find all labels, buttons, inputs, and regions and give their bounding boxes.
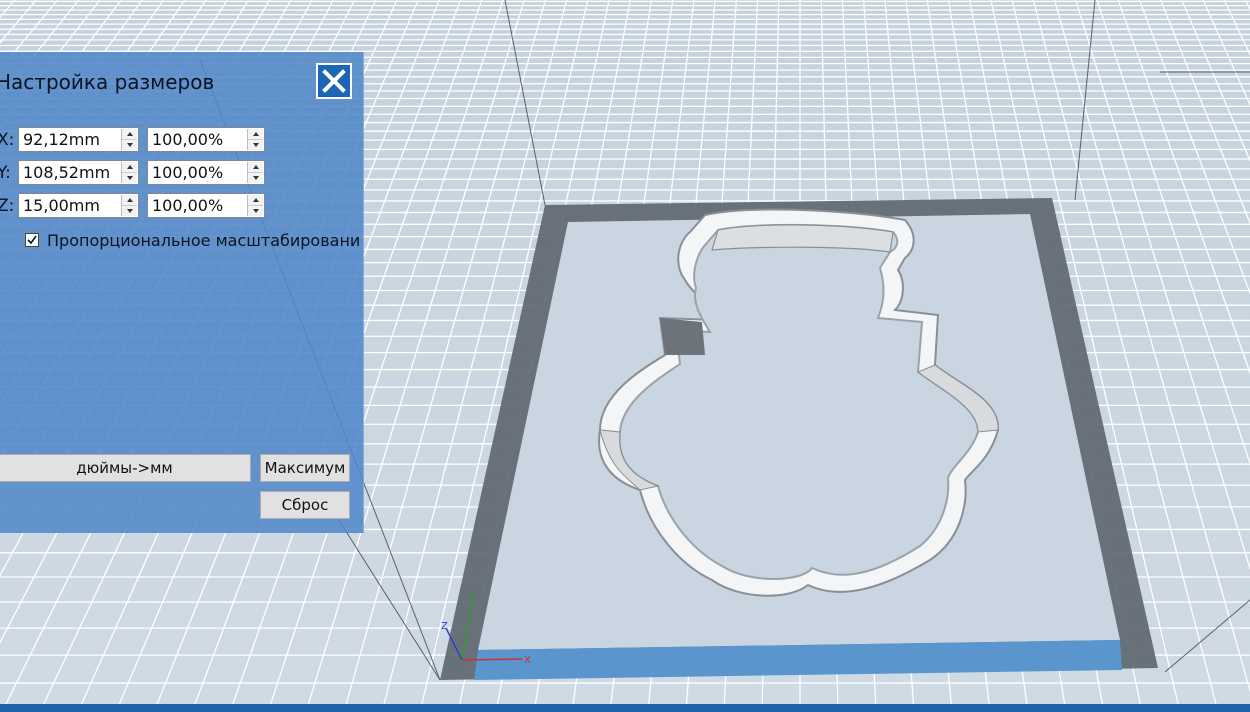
percent-y-input[interactable] xyxy=(150,162,248,183)
size-z-input[interactable] xyxy=(21,195,121,216)
inches-to-mm-button[interactable]: дюймы->мм xyxy=(0,454,251,482)
checkmark-icon xyxy=(27,235,37,245)
axis-label-z: Z: xyxy=(0,196,15,216)
axis-label-x: X: xyxy=(0,130,15,150)
axis-y-label: Y xyxy=(469,594,477,605)
percent-y-spinbox[interactable] xyxy=(147,160,265,185)
size-x-input[interactable] xyxy=(21,129,121,150)
increment-arrow-icon[interactable] xyxy=(248,195,263,205)
reset-button[interactable]: Сброс xyxy=(260,491,350,519)
decrement-arrow-icon[interactable] xyxy=(122,139,137,150)
proportional-scaling-label: Пропорциональное масштабировани xyxy=(47,231,361,250)
axis-z-label: Z xyxy=(441,621,448,632)
increment-arrow-icon[interactable] xyxy=(122,129,137,139)
axis-x-label: X xyxy=(524,655,531,666)
size-x-stepper[interactable] xyxy=(121,129,137,150)
size-x-spinbox[interactable] xyxy=(18,127,139,152)
maximum-button[interactable]: Максимум xyxy=(260,454,350,482)
increment-arrow-icon[interactable] xyxy=(122,195,137,205)
increment-arrow-icon[interactable] xyxy=(248,129,263,139)
close-button[interactable] xyxy=(316,63,352,99)
size-y-stepper[interactable] xyxy=(121,162,137,183)
decrement-arrow-icon[interactable] xyxy=(248,172,263,183)
proportional-scaling-checkbox[interactable] xyxy=(25,233,39,247)
percent-x-spinbox[interactable] xyxy=(147,127,265,152)
size-z-spinbox[interactable] xyxy=(18,193,139,218)
increment-arrow-icon[interactable] xyxy=(248,162,263,172)
decrement-arrow-icon[interactable] xyxy=(248,139,263,150)
percent-x-stepper[interactable] xyxy=(247,129,263,150)
status-bar xyxy=(0,704,1250,712)
percent-z-spinbox[interactable] xyxy=(147,193,265,218)
percent-y-stepper[interactable] xyxy=(247,162,263,183)
size-z-stepper[interactable] xyxy=(121,195,137,216)
percent-x-input[interactable] xyxy=(150,129,248,150)
scale-settings-panel: Настройка размеров X: Y: xyxy=(0,52,364,533)
size-y-input[interactable] xyxy=(21,162,121,183)
decrement-arrow-icon[interactable] xyxy=(122,172,137,183)
increment-arrow-icon[interactable] xyxy=(122,162,137,172)
percent-z-input[interactable] xyxy=(150,195,248,216)
axis-label-y: Y: xyxy=(0,163,11,183)
percent-z-stepper[interactable] xyxy=(247,195,263,216)
close-x-icon xyxy=(322,69,346,93)
decrement-arrow-icon[interactable] xyxy=(122,205,137,216)
size-y-spinbox[interactable] xyxy=(18,160,139,185)
decrement-arrow-icon[interactable] xyxy=(248,205,263,216)
panel-title: Настройка размеров xyxy=(0,70,215,94)
